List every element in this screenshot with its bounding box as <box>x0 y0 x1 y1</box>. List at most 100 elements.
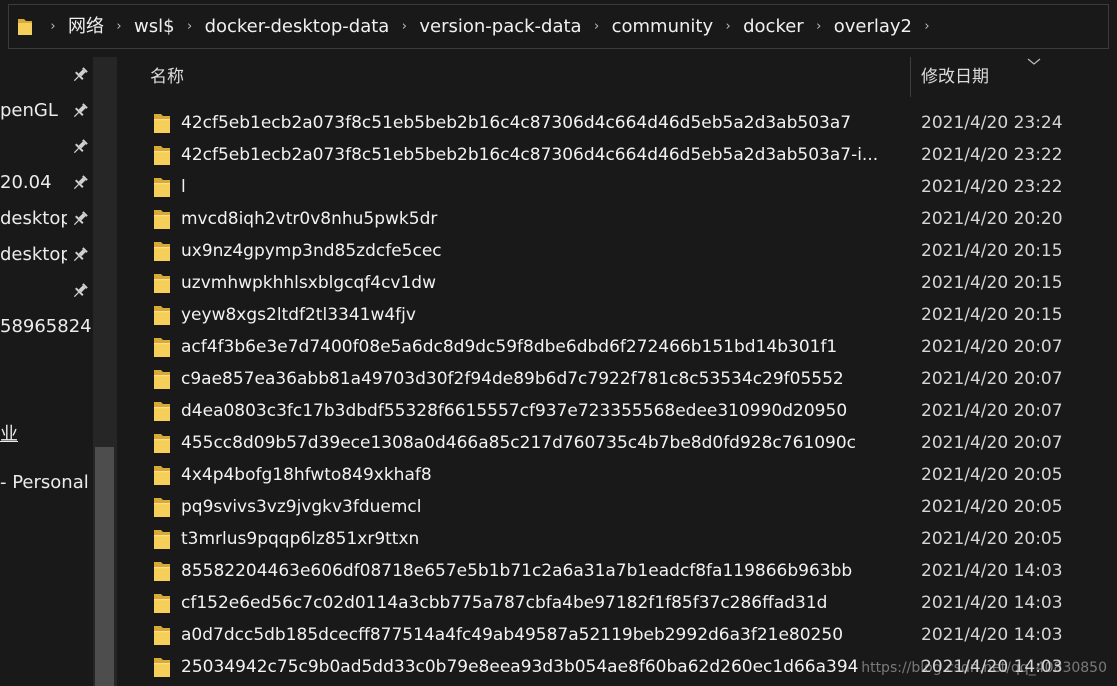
file-name: mvcd8iqh2vtr0v8nhu5pwk5dr <box>181 209 438 229</box>
nav-item[interactable]: desktop <box>0 201 93 237</box>
file-name: 85582204463e606df08718e657e5b1b71c2a6a31… <box>181 561 853 581</box>
nav-item-label: - Personal <box>0 472 89 493</box>
folder-icon <box>153 273 171 294</box>
watermark-text: https://blog.csdn.net/qq_40830850 <box>861 660 1107 676</box>
file-date: 2021/4/20 20:05 <box>921 497 1063 517</box>
file-name: t3mrlus9pqqp6lz851xr9ttxn <box>181 529 420 549</box>
file-date: 2021/4/20 23:24 <box>921 113 1063 133</box>
chevron-right-icon[interactable]: › <box>808 5 830 48</box>
file-date: 2021/4/20 20:07 <box>921 433 1063 453</box>
nav-item-label: 589658241 <box>0 316 93 337</box>
folder-icon <box>153 369 171 390</box>
folder-icon <box>153 209 171 230</box>
file-row[interactable]: 42cf5eb1ecb2a073f8c51eb5beb2b16c4c87306d… <box>121 107 1117 139</box>
file-row[interactable]: 4x4p4bofg18hfwto849xkhaf8 2021/4/20 20:05 <box>121 459 1117 491</box>
file-name: acf4f3b6e3e7d7400f08e5a6dc8d9dc59f8dbe6d… <box>181 337 838 357</box>
column-divider[interactable] <box>910 57 911 97</box>
nav-item[interactable]: 业 <box>0 417 93 453</box>
chevron-right-icon[interactable]: › <box>717 5 739 48</box>
file-date: 2021/4/20 20:07 <box>921 369 1063 389</box>
file-name: 42cf5eb1ecb2a073f8c51eb5beb2b16c4c87306d… <box>181 113 852 133</box>
nav-item-label: penGL <box>0 100 58 121</box>
file-name: a0d7dcc5db185dcecff877514a4fc49ab49587a5… <box>181 625 844 645</box>
file-row[interactable]: c9ae857ea36abb81a49703d30f2f94de89b6d7c7… <box>121 363 1117 395</box>
nav-item[interactable] <box>0 273 93 309</box>
pin-icon[interactable] <box>71 282 89 300</box>
chevron-right-icon[interactable]: › <box>586 5 608 48</box>
file-row[interactable]: cf152e6ed56c7c02d0114a3cbb775a787cbfa4be… <box>121 587 1117 619</box>
column-date-header[interactable]: 修改日期 <box>921 57 989 97</box>
pin-icon[interactable] <box>71 210 89 228</box>
file-date: 2021/4/20 14:03 <box>921 561 1063 581</box>
file-name: 455cc8d09b57d39ece1308a0d466a85c217d7607… <box>181 433 857 453</box>
address-bar[interactable]: › 网络 › wsl$ › docker-desktop-data › version-pac… <box>8 4 1109 49</box>
nav-item[interactable]: desktop- <box>0 237 93 273</box>
file-row[interactable]: d4ea0803c3fc17b3dbdf55328f6615557cf937e7… <box>121 395 1117 427</box>
file-row[interactable]: yeyw8xgs2ltdf2tl3341w4fjv 2021/4/20 20:15 <box>121 299 1117 331</box>
chevron-right-icon[interactable]: › <box>108 5 130 48</box>
file-date: 2021/4/20 20:05 <box>921 529 1063 549</box>
nav-item[interactable]: penGL <box>0 93 93 129</box>
file-date: 2021/4/20 14:03 <box>921 593 1063 613</box>
nav-item[interactable]: 589658241 <box>0 309 93 345</box>
file-date: 2021/4/20 20:20 <box>921 209 1063 229</box>
nav-item[interactable]: - Personal <box>0 465 93 501</box>
folder-icon <box>153 401 171 422</box>
nav-item[interactable] <box>0 57 93 93</box>
file-row[interactable]: 42cf5eb1ecb2a073f8c51eb5beb2b16c4c87306d… <box>121 139 1117 171</box>
breadcrumb-item[interactable]: overlay2 <box>830 5 916 48</box>
file-row[interactable]: mvcd8iqh2vtr0v8nhu5pwk5dr 2021/4/20 20:20 <box>121 203 1117 235</box>
file-row[interactable]: 455cc8d09b57d39ece1308a0d466a85c217d7607… <box>121 427 1117 459</box>
nav-item[interactable] <box>0 129 93 165</box>
file-row[interactable]: l 2021/4/20 23:22 <box>121 171 1117 203</box>
file-rows: 42cf5eb1ecb2a073f8c51eb5beb2b16c4c87306d… <box>121 107 1117 683</box>
file-name: 4x4p4bofg18hfwto849xkhaf8 <box>181 465 432 485</box>
file-row[interactable]: ux9nz4gpymp3nd85zdcfe5cec 2021/4/20 20:15 <box>121 235 1117 267</box>
file-name: pq9svivs3vz9jvgkv3fduemcl <box>181 497 422 517</box>
pin-icon[interactable] <box>71 138 89 156</box>
file-date: 2021/4/20 23:22 <box>921 145 1063 165</box>
pin-icon[interactable] <box>71 246 89 264</box>
breadcrumb-item[interactable]: docker <box>739 5 808 48</box>
file-row[interactable]: t3mrlus9pqqp6lz851xr9ttxn 2021/4/20 20:05 <box>121 523 1117 555</box>
file-date: 2021/4/20 20:05 <box>921 465 1063 485</box>
pin-icon[interactable] <box>71 102 89 120</box>
file-explorer-window: › 网络 › wsl$ › docker-desktop-data › version-pac… <box>0 0 1117 686</box>
file-date: 2021/4/20 23:22 <box>921 177 1063 197</box>
chevron-right-icon[interactable]: › <box>916 5 938 48</box>
file-row[interactable]: pq9svivs3vz9jvgkv3fduemcl 2021/4/20 20:05 <box>121 491 1117 523</box>
breadcrumb-item[interactable]: 网络 <box>64 5 108 48</box>
breadcrumb-item[interactable]: wsl$ <box>130 5 179 48</box>
folder-icon <box>153 113 171 134</box>
folder-icon <box>153 305 171 326</box>
file-name: cf152e6ed56c7c02d0114a3cbb775a787cbfa4be… <box>181 593 828 613</box>
chevron-right-icon[interactable]: › <box>42 5 64 48</box>
file-name: 42cf5eb1ecb2a073f8c51eb5beb2b16c4c87306d… <box>181 145 879 165</box>
chevron-down-icon <box>1027 58 1041 65</box>
file-row[interactable]: a0d7dcc5db185dcecff877514a4fc49ab49587a5… <box>121 619 1117 651</box>
breadcrumb-item[interactable]: docker-desktop-data <box>201 5 394 48</box>
file-date: 2021/4/20 20:07 <box>921 337 1063 357</box>
breadcrumb-item[interactable]: version-pack-data <box>415 5 585 48</box>
chevron-right-icon[interactable]: › <box>179 5 201 48</box>
pin-icon[interactable] <box>71 174 89 192</box>
breadcrumb-item[interactable]: community <box>608 5 718 48</box>
file-row[interactable]: 85582204463e606df08718e657e5b1b71c2a6a31… <box>121 555 1117 587</box>
folder-icon <box>153 593 171 614</box>
file-date: 2021/4/20 20:07 <box>921 401 1063 421</box>
nav-scrollbar-thumb[interactable] <box>95 447 114 686</box>
column-header: 名称 修改日期 <box>121 57 1117 97</box>
file-row[interactable]: acf4f3b6e3e7d7400f08e5a6dc8d9dc59f8dbe6d… <box>121 331 1117 363</box>
nav-item-label: 业 <box>0 424 18 445</box>
nav-item-label: desktop <box>0 208 67 229</box>
navigation-pane: penGL 20.04 desktop desktop- 589658241 业 - Per… <box>0 57 93 686</box>
chevron-right-icon[interactable]: › <box>393 5 415 48</box>
pin-icon[interactable] <box>71 66 89 84</box>
file-name: ux9nz4gpymp3nd85zdcfe5cec <box>181 241 442 261</box>
column-name-header[interactable]: 名称 <box>150 57 184 97</box>
file-row[interactable]: uzvmhwpkhhlsxblgcqf4cv1dw 2021/4/20 20:15 <box>121 267 1117 299</box>
file-name: 25034942c75c9b0ad5dd33c0b79e8eea93d3b054… <box>181 657 859 677</box>
folder-icon <box>153 657 171 678</box>
folder-icon <box>153 337 171 358</box>
nav-item[interactable]: 20.04 <box>0 165 93 201</box>
